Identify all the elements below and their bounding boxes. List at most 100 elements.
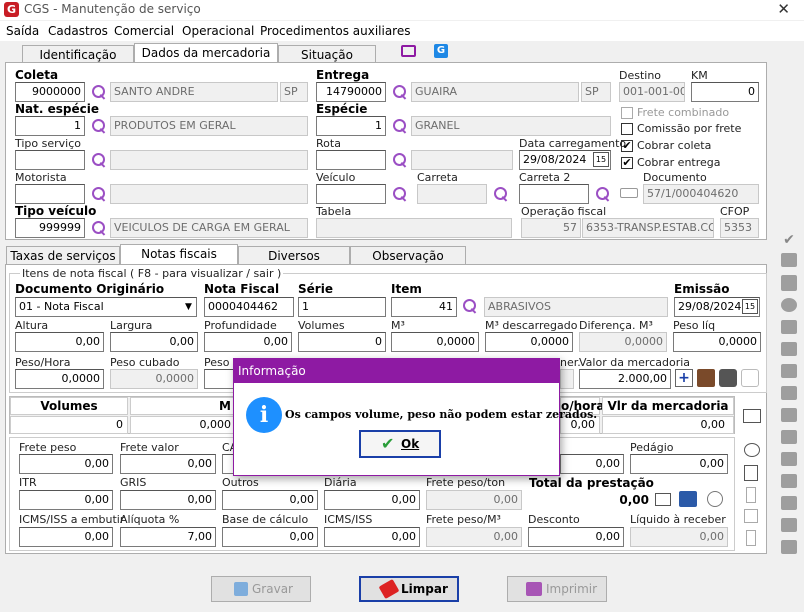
diaria-input[interactable]: 0,00: [324, 490, 420, 510]
icms-emb-input[interactable]: 0,00: [19, 527, 113, 547]
circle-icon[interactable]: [781, 298, 797, 312]
desconto-input[interactable]: 0,00: [528, 527, 624, 547]
gris-input[interactable]: 0,00: [120, 490, 216, 510]
search-icon[interactable]: [392, 118, 408, 134]
largura-input[interactable]: 0,00: [110, 332, 198, 352]
tipo-veiculo-code-input[interactable]: 999999: [15, 218, 85, 238]
carreta-input[interactable]: [417, 184, 487, 204]
entrega-code-input[interactable]: 14790000: [316, 82, 386, 102]
monitor-icon[interactable]: [401, 45, 416, 57]
percent-doc-icon[interactable]: [744, 465, 758, 481]
table-icon[interactable]: [781, 452, 797, 466]
search-icon[interactable]: [91, 220, 107, 236]
doc-icon[interactable]: [746, 530, 756, 546]
truck-icon[interactable]: [781, 540, 797, 554]
km-input[interactable]: 0: [691, 82, 759, 102]
add-icon[interactable]: +: [675, 369, 693, 387]
tab-diversos[interactable]: Diversos: [238, 246, 350, 265]
peso-c-input[interactable]: [204, 369, 234, 389]
calendar-icon[interactable]: 15: [742, 299, 758, 314]
print-icon[interactable]: [719, 369, 737, 387]
menu-saida[interactable]: Saída: [6, 24, 39, 38]
chevron-down-icon[interactable]: ▼: [181, 298, 196, 316]
doc-origin-select[interactable]: 01 - Nota Fiscal: [15, 297, 197, 317]
scale-icon[interactable]: [781, 253, 797, 267]
base-calc-input[interactable]: 0,00: [222, 527, 318, 547]
frete-valor-input[interactable]: 0,00: [120, 454, 216, 474]
nat-especie-code-input[interactable]: 1: [15, 116, 85, 136]
serie-input[interactable]: 1: [298, 297, 386, 317]
tab-taxas-servicos[interactable]: Taxas de serviços: [6, 246, 120, 265]
search-icon[interactable]: [91, 186, 107, 202]
peso-liq-input[interactable]: 0,0000: [673, 332, 761, 352]
nota-fiscal-input[interactable]: 0000404462: [204, 297, 294, 317]
calendar-icon[interactable]: 15: [593, 152, 609, 167]
m3-desc-input[interactable]: 0,0000: [485, 332, 573, 352]
motorista-input[interactable]: [15, 184, 85, 204]
tipo-servico-input[interactable]: [15, 150, 85, 170]
truck-icon[interactable]: [620, 188, 638, 198]
close-button[interactable]: ✕: [777, 0, 790, 18]
calculator-icon[interactable]: [655, 493, 671, 506]
veiculo-input[interactable]: [316, 184, 386, 204]
search-icon[interactable]: [462, 298, 478, 314]
aliquota-input[interactable]: 7,00: [120, 527, 216, 547]
cobrar-entrega-checkbox[interactable]: ✔: [621, 157, 633, 169]
search-icon[interactable]: [91, 152, 107, 168]
peso-hora-input[interactable]: 0,0000: [15, 369, 104, 389]
g-app-icon[interactable]: G: [434, 44, 448, 58]
ciot-icon[interactable]: [781, 275, 797, 291]
carreta2-input[interactable]: [519, 184, 589, 204]
frete-peso-input[interactable]: 0,00: [19, 454, 113, 474]
map-icon[interactable]: [781, 430, 797, 444]
tab-dados-mercadoria[interactable]: Dados da mercadoria: [134, 43, 278, 64]
gravar-button[interactable]: Gravar: [211, 576, 311, 602]
search-icon[interactable]: [91, 84, 107, 100]
search-icon[interactable]: [493, 186, 509, 202]
tab-observacao[interactable]: Observação: [350, 246, 466, 265]
x-field-input[interactable]: 0,00: [560, 454, 624, 474]
item-code-input[interactable]: 41: [391, 297, 457, 317]
coleta-code-input[interactable]: 9000000: [15, 82, 85, 102]
doc-icon[interactable]: [746, 487, 756, 503]
tab-notas-fiscais[interactable]: Notas fiscais: [120, 244, 238, 265]
especie-code-input[interactable]: 1: [316, 116, 386, 136]
imprimir-button[interactable]: Imprimir: [507, 576, 607, 602]
truck-icon[interactable]: [781, 386, 797, 400]
location-icon[interactable]: [781, 408, 797, 422]
menu-procedimentos[interactable]: Procedimentos auxiliares: [260, 24, 410, 38]
icms-iss-input[interactable]: 0,00: [324, 527, 420, 547]
chat-icon[interactable]: [744, 509, 758, 523]
truck-icon[interactable]: [781, 518, 797, 532]
search-icon[interactable]: [91, 118, 107, 134]
limpar-button[interactable]: Limpar: [359, 576, 459, 602]
tools-icon[interactable]: [697, 369, 715, 387]
ok-button[interactable]: ✔ Ok: [359, 430, 441, 458]
comissao-frete-checkbox[interactable]: [621, 123, 633, 135]
tag-icon[interactable]: [781, 320, 797, 334]
export-icon[interactable]: [781, 342, 797, 356]
bug-icon[interactable]: [744, 443, 760, 457]
check-icon[interactable]: ✔: [781, 232, 797, 248]
valor-merc-input[interactable]: 2.000,00: [579, 369, 671, 389]
search-icon[interactable]: [392, 152, 408, 168]
m3-input[interactable]: 0,0000: [391, 332, 479, 352]
search-icon[interactable]: [392, 186, 408, 202]
frete-combinado-checkbox[interactable]: [621, 107, 633, 119]
ledger-icon[interactable]: [679, 491, 697, 507]
tools-icon[interactable]: [781, 474, 797, 488]
menu-operacional[interactable]: Operacional: [182, 24, 254, 38]
grid-icon[interactable]: [743, 409, 761, 423]
altura-input[interactable]: 0,00: [15, 332, 104, 352]
search-icon[interactable]: [392, 84, 408, 100]
copy-icon[interactable]: [781, 364, 797, 378]
outros-input[interactable]: 0,00: [222, 490, 318, 510]
settings-icon[interactable]: [707, 491, 723, 507]
search-icon[interactable]: [595, 186, 611, 202]
menu-comercial[interactable]: Comercial: [114, 24, 174, 38]
scale-icon[interactable]: [781, 496, 797, 510]
volumes-input[interactable]: 0: [298, 332, 386, 352]
refresh-icon[interactable]: [741, 369, 759, 387]
rota-input[interactable]: [316, 150, 386, 170]
pedagio-input[interactable]: 0,00: [630, 454, 728, 474]
